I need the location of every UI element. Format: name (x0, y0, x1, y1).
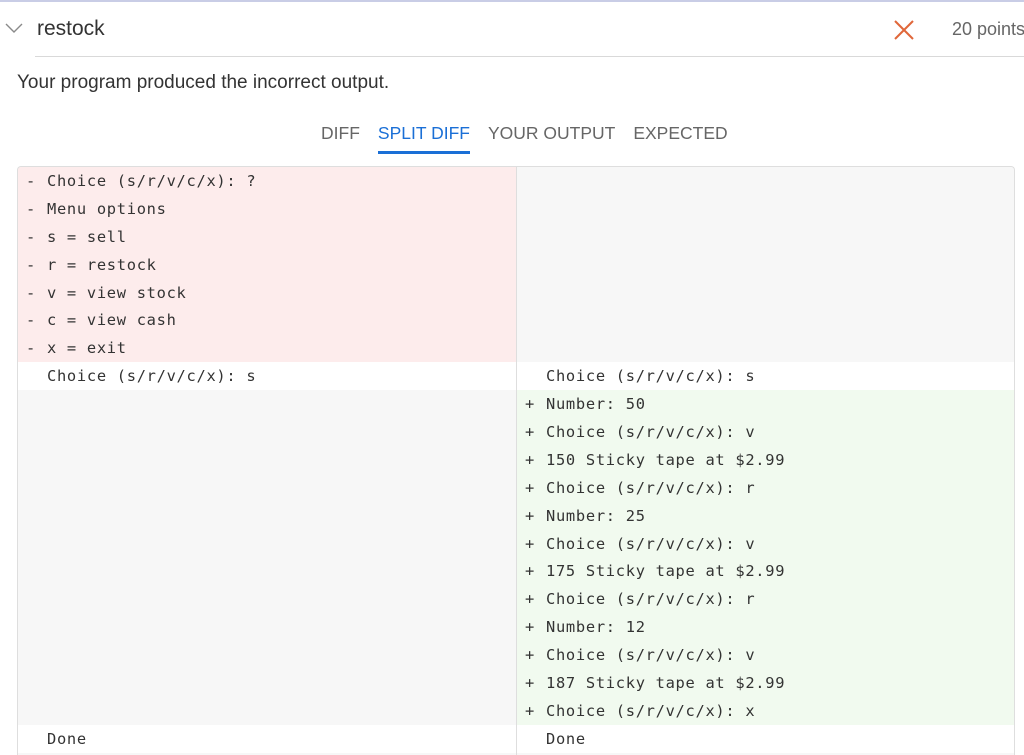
diff-view-tabs: DIFF SPLIT DIFF YOUR OUTPUT EXPECTED (312, 122, 737, 156)
diff-line-same: Done (517, 724, 1014, 753)
diff-line-added: +175 Sticky tape at $2.99 (517, 557, 1014, 586)
diff-line-removed: -s = sell (18, 222, 516, 251)
diff-line-removed: - Choice (s/r/v/c/x): ? (18, 167, 516, 195)
diff-marker: - (26, 311, 36, 330)
diff-marker: + (525, 646, 535, 665)
tab-your-output[interactable]: YOUR OUTPUT (488, 122, 615, 154)
split-diff-panel: - Choice (s/r/v/c/x): ? - Menu options - s = … (17, 166, 1015, 755)
diff-marker: + (525, 618, 535, 637)
diff-line-text: Choice (s/r/v/c/x): s (546, 367, 756, 386)
diff-line-removed: -c = view cash (18, 306, 516, 335)
tab-diff[interactable]: DIFF (321, 122, 360, 154)
diff-empty-line (18, 473, 516, 502)
diff-line-text: 175 Sticky tape at $2.99 (546, 562, 786, 581)
diff-line-text: 187 Sticky tape at $2.99 (546, 674, 786, 693)
diff-empty-line (517, 278, 1014, 307)
diff-marker: - (26, 283, 36, 302)
diff-empty-line (18, 418, 516, 446)
tab-expected[interactable]: EXPECTED (633, 122, 727, 154)
diff-line-same: Done (18, 724, 516, 753)
diff-empty-line (18, 557, 516, 586)
diff-line-removed: -x = exit (18, 334, 516, 363)
chevron-down-icon[interactable] (5, 21, 23, 35)
diff-marker: + (525, 534, 535, 553)
diff-marker: + (525, 590, 535, 609)
diff-line-text: Number: 12 (546, 618, 646, 637)
diff-marker: - (26, 339, 36, 358)
diff-line-added: + Number: 50 (517, 390, 1014, 419)
diff-empty-line (517, 306, 1014, 335)
diff-marker: + (525, 395, 535, 414)
diff-empty-line (18, 445, 516, 474)
diff-empty-line (18, 585, 516, 614)
tab-split-diff[interactable]: SPLIT DIFF (377, 122, 471, 154)
diff-line-text: Choice (s/r/v/c/x): ? (47, 172, 257, 190)
diff-line-text: Choice (s/r/v/c/x): v (546, 534, 756, 553)
diff-marker: - (26, 172, 36, 190)
test-case-header[interactable]: restock 20 points (0, 2, 1024, 57)
points-label: 20 points (952, 19, 1024, 39)
diff-empty-line (18, 669, 516, 697)
diff-line-text: v = view stock (47, 283, 187, 302)
diff-line-added: + Choice (s/r/v/c/x): r (517, 585, 1014, 614)
diff-marker: + (525, 562, 535, 581)
diff-marker: - (26, 255, 36, 274)
diff-line-added: + Choice (s/r/v/c/x): x (517, 696, 1014, 725)
diff-empty-line (517, 167, 1014, 195)
diff-line-text: Menu options (47, 199, 167, 218)
close-x-icon (894, 20, 914, 40)
diff-line-text: s = sell (47, 227, 127, 246)
diff-line-text: Choice (s/r/v/c/x): s (47, 367, 257, 386)
diff-marker: + (525, 478, 535, 497)
diff-empty-line (18, 613, 516, 642)
diff-line-text: Choice (s/r/v/c/x): v (546, 423, 756, 442)
header-divider (35, 56, 1024, 57)
diff-line-text: 150 Sticky tape at $2.99 (546, 450, 786, 469)
diff-empty-line (18, 696, 516, 725)
diff-line-text: r = restock (47, 255, 157, 274)
diff-line-added: +150 Sticky tape at $2.99 (517, 445, 1014, 474)
diff-line-text: x = exit (47, 339, 127, 358)
diff-line-text: Choice (s/r/v/c/x): r (546, 590, 756, 609)
diff-line-text: Done (47, 729, 87, 748)
diff-line-removed: -v = view stock (18, 278, 516, 307)
diff-line-added: + Choice (s/r/v/c/x): v (517, 418, 1014, 446)
diff-empty-line (517, 222, 1014, 251)
diff-line-same: Choice (s/r/v/c/x): s (517, 362, 1014, 391)
diff-empty-line (517, 194, 1014, 223)
diff-line-added: + Choice (s/r/v/c/x): v (517, 641, 1014, 670)
diff-line-added: +187 Sticky tape at $2.99 (517, 669, 1014, 697)
diff-line-added: + Number: 25 (517, 501, 1014, 530)
diff-line-added: + Choice (s/r/v/c/x): r (517, 473, 1014, 502)
diff-line-same: Choice (s/r/v/c/x): s (18, 362, 516, 391)
diff-empty-line (517, 334, 1014, 363)
diff-line-removed: - Menu options (18, 194, 516, 223)
diff-line-added: + Number: 12 (517, 613, 1014, 642)
test-case-title: restock (37, 17, 105, 40)
diff-marker: + (525, 674, 535, 693)
diff-line-removed: -r = restock (18, 250, 516, 279)
diff-marker: + (525, 701, 535, 720)
diff-line-text: Choice (s/r/v/c/x): r (546, 478, 756, 497)
diff-marker: - (26, 227, 36, 246)
your-output-column: - Choice (s/r/v/c/x): ? - Menu options - s = … (18, 167, 516, 755)
diff-marker: + (525, 450, 535, 469)
diff-marker: + (525, 423, 535, 442)
diff-line-text: Choice (s/r/v/c/x): x (546, 701, 756, 720)
diff-marker: + (525, 506, 535, 525)
expected-output-column: Choice (s/r/v/c/x): s + Number: 50 + Choice … (516, 167, 1014, 755)
result-message: Your program produced the incorrect outp… (17, 72, 390, 93)
diff-line-text: Number: 50 (546, 395, 646, 414)
diff-empty-line (517, 250, 1014, 279)
diff-empty-line (18, 641, 516, 670)
diff-line-added: + Choice (s/r/v/c/x): v (517, 529, 1014, 558)
diff-marker: - (26, 199, 36, 218)
diff-line-text: Choice (s/r/v/c/x): v (546, 646, 756, 665)
diff-empty-line (18, 529, 516, 558)
diff-line-text: Number: 25 (546, 506, 646, 525)
diff-line-text: c = view cash (47, 311, 177, 330)
diff-empty-line (18, 390, 516, 419)
diff-empty-line (18, 501, 516, 530)
diff-line-text: Done (546, 729, 586, 748)
